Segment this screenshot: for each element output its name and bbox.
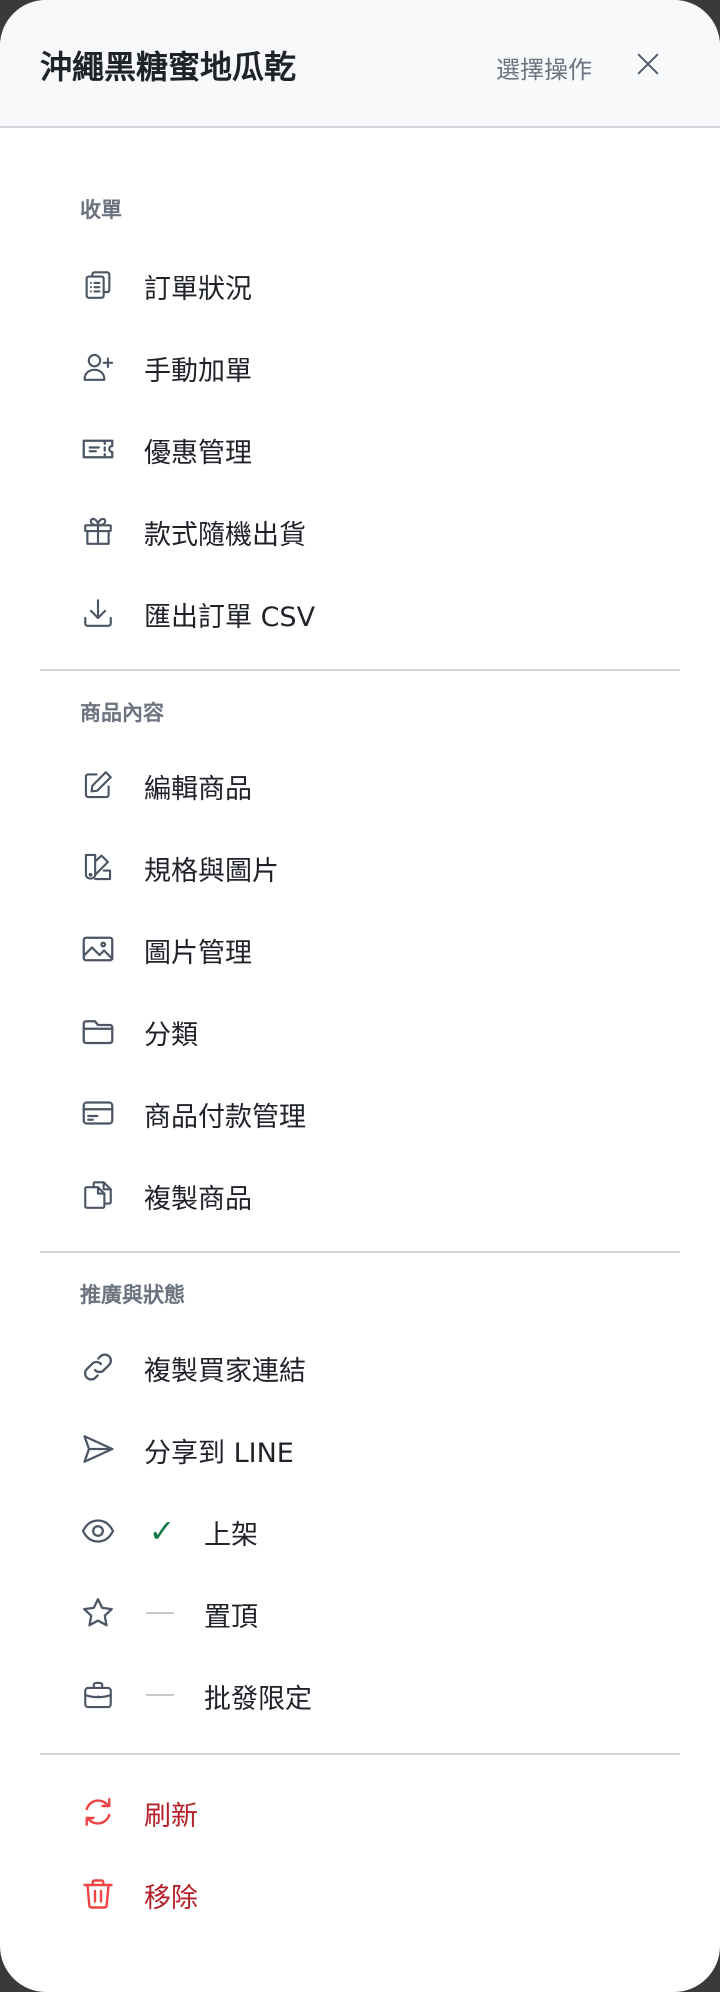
menu-item-label: 分類 [144, 1020, 198, 1051]
section-divider [40, 1251, 680, 1253]
close-button[interactable] [628, 44, 668, 84]
user-plus-icon [80, 349, 116, 385]
trash-icon [80, 1876, 116, 1912]
menu-item-remove[interactable]: 移除 [40, 1858, 680, 1930]
menu-item-label: 匯出訂單 CSV [144, 602, 316, 633]
menu-item-duplicate-product[interactable]: 複製商品 [40, 1159, 680, 1231]
product-title: 沖繩黑糖蜜地瓜乾 [40, 48, 297, 86]
link-icon [80, 1349, 116, 1385]
close-icon [637, 53, 659, 75]
menu-item-coupons[interactable]: 優惠管理 [40, 413, 680, 485]
section-divider [40, 1753, 680, 1755]
refresh-icon [80, 1794, 116, 1830]
menu-item-toggle-wholesale[interactable]: 批發限定 [40, 1659, 680, 1731]
folder-icon [80, 1013, 116, 1049]
image-icon [80, 931, 116, 967]
checkmark-icon: ✓ [148, 1512, 176, 1550]
menu-item-label: 訂單狀況 [144, 274, 252, 305]
menu-item-share-line[interactable]: 分享到 LINE [40, 1413, 680, 1485]
download-icon [80, 595, 116, 631]
select-action-label: 選擇操作 [496, 56, 592, 84]
menu-item-label: 置頂 [204, 1602, 258, 1633]
menu-item-label: 複製買家連結 [144, 1356, 306, 1387]
menu-item-label: 刷新 [144, 1801, 198, 1832]
action-sheet: 沖繩黑糖蜜地瓜乾 選擇操作 收單 訂單狀況 手動加單 優惠管理 款式隨機出貨 匯… [0, 0, 720, 1992]
menu-item-label: 款式隨機出貨 [144, 520, 306, 551]
menu-item-payment-management[interactable]: 商品付款管理 [40, 1077, 680, 1149]
menu-item-label: 圖片管理 [144, 938, 252, 969]
menu-item-toggle-pinned[interactable]: 置頂 [40, 1577, 680, 1649]
credit-card-icon [80, 1095, 116, 1131]
star-icon [80, 1595, 116, 1631]
menu-item-label: 編輯商品 [144, 774, 252, 805]
menu-item-copy-buyer-link[interactable]: 複製買家連結 [40, 1331, 680, 1403]
menu-item-label: 手動加單 [144, 356, 252, 387]
menu-item-label: 規格與圖片 [144, 856, 279, 887]
section-label-promotion: 推廣與狀態 [80, 1283, 185, 1307]
ticket-icon [80, 431, 116, 467]
menu-item-toggle-listed[interactable]: ✓ 上架 [40, 1495, 680, 1567]
briefcase-icon [80, 1677, 116, 1713]
eye-icon [80, 1513, 116, 1549]
menu-item-label: 上架 [204, 1520, 258, 1551]
menu-item-image-management[interactable]: 圖片管理 [40, 913, 680, 985]
menu-item-refresh[interactable]: 刷新 [40, 1776, 680, 1848]
state-off-dash [146, 1694, 174, 1696]
menu-item-order-status[interactable]: 訂單狀況 [40, 249, 680, 321]
paper-plane-icon [80, 1431, 116, 1467]
sheet-header: 沖繩黑糖蜜地瓜乾 選擇操作 [0, 0, 720, 128]
pencil-square-icon [80, 767, 116, 803]
menu-item-random-style[interactable]: 款式隨機出貨 [40, 495, 680, 567]
menu-item-label: 分享到 LINE [144, 1438, 294, 1469]
menu-item-edit-product[interactable]: 編輯商品 [40, 749, 680, 821]
menu-item-export-csv[interactable]: 匯出訂單 CSV [40, 577, 680, 649]
state-off-dash [146, 1612, 174, 1614]
clipboard-list-icon [80, 267, 116, 303]
section-label-orders: 收單 [80, 198, 122, 222]
menu-item-manual-order[interactable]: 手動加單 [40, 331, 680, 403]
menu-item-label: 商品付款管理 [144, 1102, 306, 1133]
menu-item-label: 批發限定 [204, 1684, 312, 1715]
section-label-product: 商品內容 [80, 701, 164, 725]
menu-item-label: 複製商品 [144, 1184, 252, 1215]
swatch-icon [80, 849, 116, 885]
gift-icon [80, 513, 116, 549]
menu-item-variants-images[interactable]: 規格與圖片 [40, 831, 680, 903]
menu-item-label: 移除 [144, 1883, 198, 1914]
menu-item-category[interactable]: 分類 [40, 995, 680, 1067]
copy-document-icon [80, 1177, 116, 1213]
menu-item-label: 優惠管理 [144, 438, 252, 469]
section-divider [40, 669, 680, 671]
